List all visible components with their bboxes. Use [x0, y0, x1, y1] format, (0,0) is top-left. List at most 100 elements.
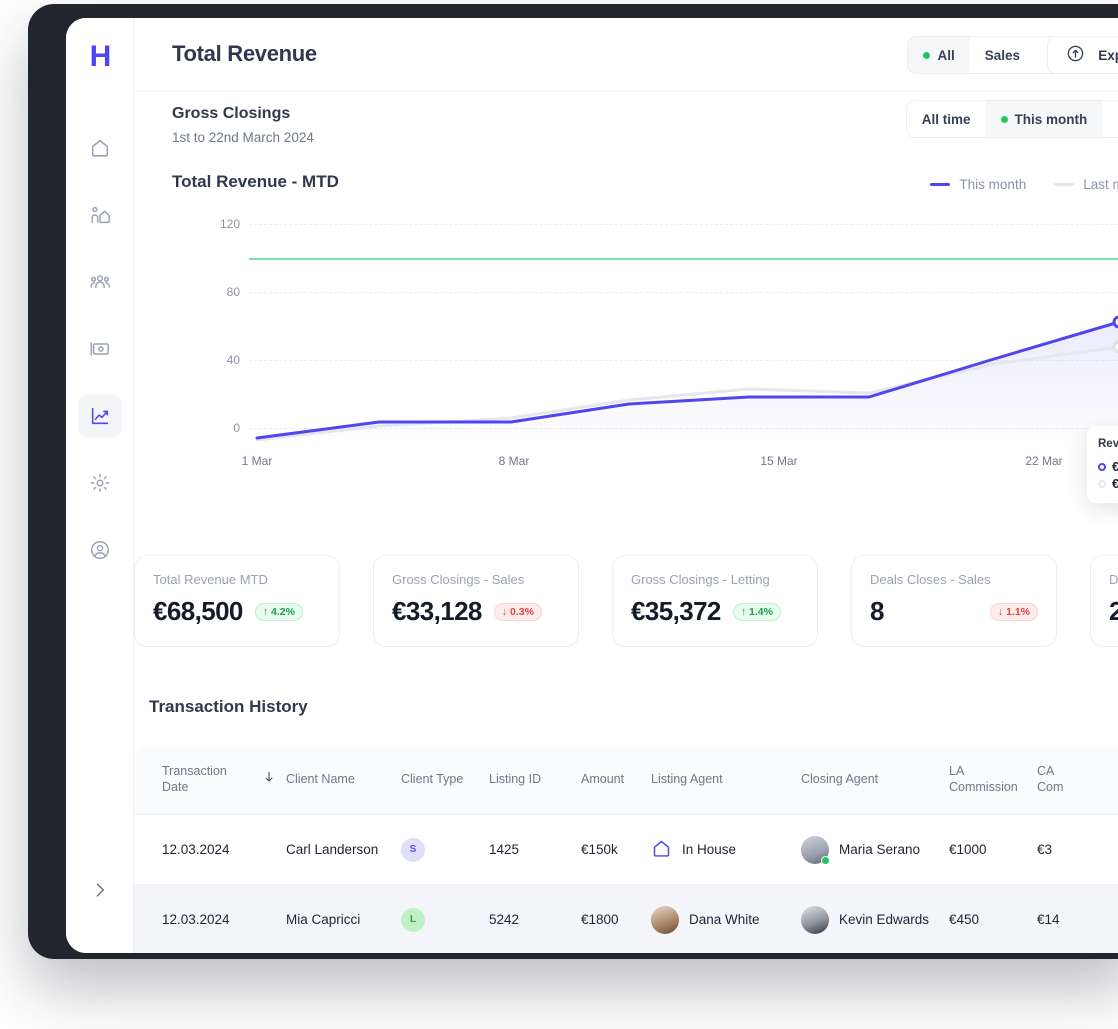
sort-arrow-down-icon	[262, 770, 276, 789]
sidebar-item-settings[interactable]	[78, 461, 122, 505]
cell-transaction-date: 12.03.2024	[162, 842, 230, 857]
analytics-chart-icon	[89, 405, 111, 427]
cell-client-type: L	[401, 907, 489, 932]
column-header-la-commission[interactable]: LA Commission	[949, 764, 1037, 795]
arrow-up-icon: ↑	[740, 605, 747, 618]
filter-option-all-label: All	[937, 47, 955, 63]
chevron-right-icon	[90, 880, 110, 905]
column-header-transaction-date[interactable]: Transaction Date	[134, 764, 286, 795]
cell-client-name: Carl Landerson	[286, 842, 379, 857]
export-revenue-button[interactable]: Export Revenue	[1047, 36, 1118, 74]
column-header-listing-id[interactable]: Listing ID	[489, 772, 581, 788]
kpi-value: €33,128	[392, 596, 482, 626]
transaction-history-table: Transaction Date Client Name Client Type…	[134, 745, 1118, 953]
column-header-amount[interactable]: Amount	[581, 772, 651, 788]
range-option-this-month[interactable]: This month	[986, 101, 1103, 137]
tooltip-value-previous: €52,150	[1112, 477, 1118, 491]
home-icon	[89, 137, 111, 159]
range-option-last-month[interactable]: Last month	[1102, 101, 1118, 137]
column-header-listing-agent[interactable]: Listing Agent	[651, 772, 801, 788]
cell-la-commission: €450	[949, 912, 980, 927]
kpi-delta-badge: ↓ 1.1%	[989, 602, 1038, 621]
chart-series-svg	[255, 315, 1118, 449]
sidebar-item-analytics[interactable]	[78, 394, 122, 438]
sidebar-item-agents[interactable]	[78, 193, 122, 237]
x-axis-tick-0: 1 Mar	[241, 454, 273, 468]
settings-gear-icon	[89, 472, 111, 494]
sidebar-nav-list	[66, 126, 134, 595]
column-header-client-name[interactable]: Client Name	[286, 772, 401, 788]
filter-option-sales[interactable]: Sales	[969, 37, 1035, 73]
kpi-card-deals-closed-sales[interactable]: Deals Closes - Sales 8 ↓ 1.1%	[851, 555, 1057, 647]
kpi-value: €35,372	[631, 596, 721, 626]
avatar	[801, 905, 829, 934]
chart-point-last-month	[1112, 340, 1118, 354]
legend-label-last-month: Last month	[1083, 177, 1118, 192]
chart-plot-area: 120 80 40 0 1 Mar 8 Mar 15 Mar 22 Mar	[134, 204, 1118, 484]
sidebar-item-payments[interactable]	[78, 327, 122, 371]
kpi-delta-value: 0.3%	[510, 605, 534, 618]
sidebar-item-profile[interactable]	[78, 528, 122, 572]
legend-item-this-month[interactable]: This month	[930, 177, 1026, 192]
tooltip-value-current: €68,500	[1112, 460, 1118, 474]
app-logo[interactable]: H	[66, 42, 134, 72]
sidebar-expand-button[interactable]	[66, 880, 134, 905]
kpi-card-total-revenue[interactable]: Total Revenue MTD €68,500 ↑ 4.2%	[134, 555, 340, 647]
kpi-card-gross-closings-sales[interactable]: Gross Closings - Sales €33,128 ↓ 0.3%	[373, 555, 579, 647]
column-header-client-type[interactable]: Client Type	[401, 772, 489, 788]
arrow-down-icon: ↓	[501, 605, 508, 618]
cell-transaction-date: 12.03.2024	[162, 912, 230, 927]
table-row[interactable]: 12.03.2024 Carl Landerson S 1425 €150k I	[134, 815, 1118, 885]
gross-closings-date-range: 1st to 22nd March 2024	[172, 130, 314, 145]
kpi-delta-badge: ↑ 4.2%	[254, 602, 303, 621]
range-option-this-month-label: This month	[1014, 111, 1088, 127]
chart-point-this-month	[1112, 315, 1118, 329]
tooltip-row-current: €68,500 22.03.24	[1098, 460, 1118, 474]
topbar: Total Revenue All Sales Letting	[134, 18, 1118, 92]
cell-ca-commission: €3	[1037, 842, 1053, 857]
avatar	[801, 835, 830, 865]
legend-label-this-month: This month	[959, 177, 1027, 192]
column-header-closing-agent[interactable]: Closing Agent	[801, 772, 949, 788]
column-header-ca-commission[interactable]: CA Com	[1037, 764, 1118, 795]
cell-ca-commission: €14	[1037, 912, 1060, 927]
cell-closing-agent: Maria Serano	[801, 835, 949, 865]
team-icon	[89, 271, 111, 293]
cell-listing-id: 1425	[489, 842, 520, 857]
range-option-all-time[interactable]: All time	[906, 101, 986, 137]
x-axis-tick-3: 22 Mar	[1025, 454, 1063, 468]
arrow-up-icon: ↑	[262, 605, 269, 618]
sidebar-item-home[interactable]	[78, 126, 122, 170]
filter-option-all[interactable]: All	[908, 37, 969, 73]
kpi-label: De	[1109, 572, 1118, 587]
sidebar: H	[66, 18, 134, 953]
y-axis-tick-40: 40	[226, 353, 240, 367]
kpi-label: Deals Closes - Sales	[870, 572, 991, 587]
kpi-delta-value: 1.1%	[1006, 605, 1030, 618]
listing-agent-label: In House	[682, 842, 737, 857]
tooltip-title: Revenue	[1098, 438, 1118, 450]
y-axis-tick-120: 120	[219, 217, 240, 231]
kpi-delta-value: 1.4%	[749, 605, 773, 618]
table-row[interactable]: 12.03.2024 Mia Capricci L 5242 €1800 Dan…	[134, 885, 1118, 953]
online-status-dot	[821, 855, 830, 865]
kpi-value: 8	[870, 596, 884, 626]
chart-title: Total Revenue - MTD	[172, 172, 339, 191]
legend-swatch-icon	[1054, 183, 1075, 186]
avatar	[651, 905, 679, 934]
cell-client-name: Mia Capricci	[286, 912, 361, 927]
kpi-card-partial[interactable]: De 2	[1090, 555, 1118, 647]
tooltip-header: Revenue ↑ 4.2%	[1098, 435, 1118, 453]
x-axis-tick-1: 8 Mar	[498, 454, 530, 468]
time-range-filter: All time This month Last month	[905, 100, 1118, 138]
payments-icon	[89, 338, 111, 360]
kpi-card-gross-closings-letting[interactable]: Gross Closings - Letting €35,372 ↑ 1.4%	[612, 555, 818, 647]
sidebar-item-team[interactable]	[78, 260, 122, 304]
column-header-label: Transaction Date	[162, 763, 227, 794]
agent-house-icon	[89, 204, 111, 226]
legend-item-last-month[interactable]: Last month	[1054, 177, 1118, 192]
kpi-label: Total Revenue MTD	[153, 572, 268, 587]
cell-listing-agent: Dana White	[651, 905, 801, 934]
selected-dot-icon	[1000, 115, 1008, 123]
cell-amount: €150k	[581, 842, 618, 857]
